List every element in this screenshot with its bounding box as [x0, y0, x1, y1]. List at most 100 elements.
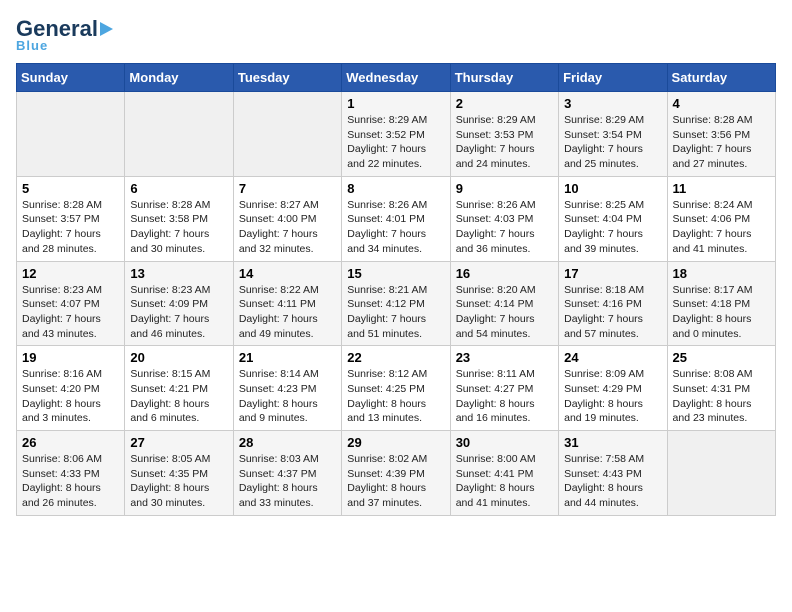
day-number: 31 [564, 435, 661, 450]
logo-arrow-icon [100, 22, 113, 36]
day-number: 7 [239, 181, 336, 196]
calendar-cell: 12 Sunrise: 8:23 AM Sunset: 4:07 PM Dayli… [17, 261, 125, 346]
calendar-header: SundayMondayTuesdayWednesdayThursdayFrid… [17, 64, 776, 92]
day-number: 24 [564, 350, 661, 365]
day-number: 16 [456, 266, 553, 281]
day-number: 15 [347, 266, 444, 281]
calendar-cell: 6 Sunrise: 8:28 AM Sunset: 3:58 PM Daylig… [125, 176, 233, 261]
weekday-header-saturday: Saturday [667, 64, 775, 92]
day-number: 22 [347, 350, 444, 365]
day-number: 17 [564, 266, 661, 281]
day-number: 23 [456, 350, 553, 365]
day-info: Sunrise: 7:58 AM Sunset: 4:43 PM Dayligh… [564, 452, 661, 511]
logo: General Blue [16, 16, 115, 53]
day-info: Sunrise: 8:03 AM Sunset: 4:37 PM Dayligh… [239, 452, 336, 511]
day-number: 13 [130, 266, 227, 281]
calendar-cell [233, 92, 341, 177]
calendar-cell: 14 Sunrise: 8:22 AM Sunset: 4:11 PM Dayli… [233, 261, 341, 346]
calendar-cell [17, 92, 125, 177]
day-info: Sunrise: 8:06 AM Sunset: 4:33 PM Dayligh… [22, 452, 119, 511]
day-number: 18 [673, 266, 770, 281]
day-number: 19 [22, 350, 119, 365]
calendar-cell: 23 Sunrise: 8:11 AM Sunset: 4:27 PM Dayli… [450, 346, 558, 431]
day-info: Sunrise: 8:28 AM Sunset: 3:57 PM Dayligh… [22, 198, 119, 257]
day-info: Sunrise: 8:09 AM Sunset: 4:29 PM Dayligh… [564, 367, 661, 426]
calendar-cell: 10Sunrise: 8:25 AM Sunset: 4:04 PM Dayli… [559, 176, 667, 261]
calendar-cell: 16 Sunrise: 8:20 AM Sunset: 4:14 PM Dayli… [450, 261, 558, 346]
calendar-cell: 19 Sunrise: 8:16 AM Sunset: 4:20 PM Dayli… [17, 346, 125, 431]
day-info: Sunrise: 8:28 AM Sunset: 3:58 PM Dayligh… [130, 198, 227, 257]
calendar-cell: 2 Sunrise: 8:29 AM Sunset: 3:53 PM Daylig… [450, 92, 558, 177]
weekday-header-monday: Monday [125, 64, 233, 92]
day-number: 3 [564, 96, 661, 111]
day-info: Sunrise: 8:20 AM Sunset: 4:14 PM Dayligh… [456, 283, 553, 342]
calendar-cell [125, 92, 233, 177]
day-info: Sunrise: 8:11 AM Sunset: 4:27 PM Dayligh… [456, 367, 553, 426]
day-number: 5 [22, 181, 119, 196]
calendar-cell: 29 Sunrise: 8:02 AM Sunset: 4:39 PM Dayli… [342, 431, 450, 516]
day-number: 26 [22, 435, 119, 450]
day-number: 25 [673, 350, 770, 365]
calendar-cell: 1 Sunrise: 8:29 AM Sunset: 3:52 PM Daylig… [342, 92, 450, 177]
day-info: Sunrise: 8:14 AM Sunset: 4:23 PM Dayligh… [239, 367, 336, 426]
logo-sub: Blue [16, 38, 48, 53]
day-number: 6 [130, 181, 227, 196]
day-number: 11 [673, 181, 770, 196]
day-info: Sunrise: 8:08 AM Sunset: 4:31 PM Dayligh… [673, 367, 770, 426]
day-number: 4 [673, 96, 770, 111]
calendar-table: SundayMondayTuesdayWednesdayThursdayFrid… [16, 63, 776, 516]
day-info: Sunrise: 8:16 AM Sunset: 4:20 PM Dayligh… [22, 367, 119, 426]
day-number: 10 [564, 181, 661, 196]
day-info: Sunrise: 8:29 AM Sunset: 3:54 PM Dayligh… [564, 113, 661, 172]
weekday-header-friday: Friday [559, 64, 667, 92]
calendar-cell: 18Sunrise: 8:17 AM Sunset: 4:18 PM Dayli… [667, 261, 775, 346]
calendar-cell: 8 Sunrise: 8:26 AM Sunset: 4:01 PM Daylig… [342, 176, 450, 261]
day-number: 8 [347, 181, 444, 196]
calendar-cell: 25 Sunrise: 8:08 AM Sunset: 4:31 PM Dayli… [667, 346, 775, 431]
calendar-cell: 17 Sunrise: 8:18 AM Sunset: 4:16 PM Dayli… [559, 261, 667, 346]
calendar-cell: 13 Sunrise: 8:23 AM Sunset: 4:09 PM Dayli… [125, 261, 233, 346]
weekday-header-wednesday: Wednesday [342, 64, 450, 92]
day-info: Sunrise: 8:22 AM Sunset: 4:11 PM Dayligh… [239, 283, 336, 342]
day-number: 21 [239, 350, 336, 365]
calendar-cell: 22 Sunrise: 8:12 AM Sunset: 4:25 PM Dayli… [342, 346, 450, 431]
day-info: Sunrise: 8:27 AM Sunset: 4:00 PM Dayligh… [239, 198, 336, 257]
day-info: Sunrise: 8:23 AM Sunset: 4:07 PM Dayligh… [22, 283, 119, 342]
day-info: Sunrise: 8:18 AM Sunset: 4:16 PM Dayligh… [564, 283, 661, 342]
day-info: Sunrise: 8:29 AM Sunset: 3:53 PM Dayligh… [456, 113, 553, 172]
calendar-cell: 28 Sunrise: 8:03 AM Sunset: 4:37 PM Dayli… [233, 431, 341, 516]
calendar-cell: 4Sunrise: 8:28 AM Sunset: 3:56 PM Daylig… [667, 92, 775, 177]
calendar-cell: 30 Sunrise: 8:00 AM Sunset: 4:41 PM Dayli… [450, 431, 558, 516]
day-info: Sunrise: 8:23 AM Sunset: 4:09 PM Dayligh… [130, 283, 227, 342]
day-info: Sunrise: 8:00 AM Sunset: 4:41 PM Dayligh… [456, 452, 553, 511]
day-number: 12 [22, 266, 119, 281]
calendar-cell: 20Sunrise: 8:15 AM Sunset: 4:21 PM Dayli… [125, 346, 233, 431]
day-info: Sunrise: 8:21 AM Sunset: 4:12 PM Dayligh… [347, 283, 444, 342]
calendar-cell: 7 Sunrise: 8:27 AM Sunset: 4:00 PM Daylig… [233, 176, 341, 261]
day-info: Sunrise: 8:02 AM Sunset: 4:39 PM Dayligh… [347, 452, 444, 511]
day-info: Sunrise: 8:26 AM Sunset: 4:01 PM Dayligh… [347, 198, 444, 257]
calendar-cell: 21 Sunrise: 8:14 AM Sunset: 4:23 PM Dayli… [233, 346, 341, 431]
weekday-header-thursday: Thursday [450, 64, 558, 92]
calendar-cell: 26 Sunrise: 8:06 AM Sunset: 4:33 PM Dayli… [17, 431, 125, 516]
day-number: 28 [239, 435, 336, 450]
day-number: 9 [456, 181, 553, 196]
day-info: Sunrise: 8:12 AM Sunset: 4:25 PM Dayligh… [347, 367, 444, 426]
calendar-cell: 24 Sunrise: 8:09 AM Sunset: 4:29 PM Dayli… [559, 346, 667, 431]
calendar-cell: 31 Sunrise: 7:58 AM Sunset: 4:43 PM Dayli… [559, 431, 667, 516]
calendar-cell [667, 431, 775, 516]
day-number: 29 [347, 435, 444, 450]
day-number: 14 [239, 266, 336, 281]
page-header: General Blue [16, 16, 776, 53]
day-number: 20 [130, 350, 227, 365]
day-number: 1 [347, 96, 444, 111]
day-number: 30 [456, 435, 553, 450]
calendar-cell: 5 Sunrise: 8:28 AM Sunset: 3:57 PM Daylig… [17, 176, 125, 261]
weekday-header-tuesday: Tuesday [233, 64, 341, 92]
day-number: 2 [456, 96, 553, 111]
calendar-cell: 27Sunrise: 8:05 AM Sunset: 4:35 PM Dayli… [125, 431, 233, 516]
calendar-cell: 11Sunrise: 8:24 AM Sunset: 4:06 PM Dayli… [667, 176, 775, 261]
day-info: Sunrise: 8:26 AM Sunset: 4:03 PM Dayligh… [456, 198, 553, 257]
calendar-cell: 9 Sunrise: 8:26 AM Sunset: 4:03 PM Daylig… [450, 176, 558, 261]
day-info: Sunrise: 8:29 AM Sunset: 3:52 PM Dayligh… [347, 113, 444, 172]
